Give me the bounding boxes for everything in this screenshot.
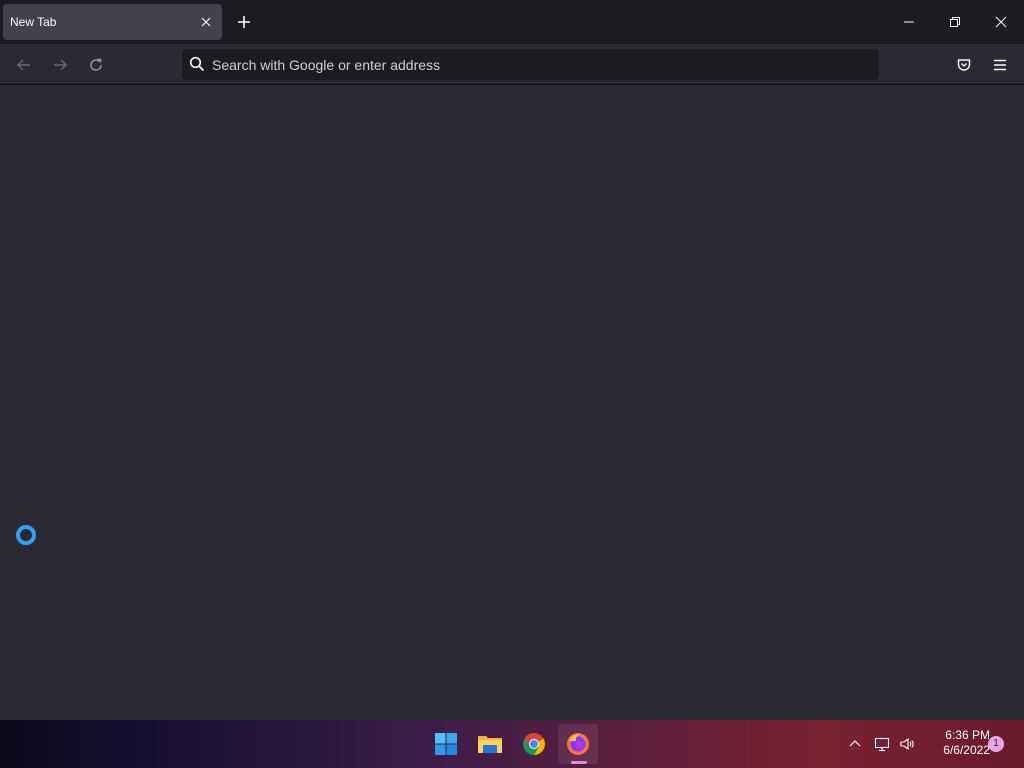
notification-badge[interactable]: 1: [988, 736, 1004, 752]
active-app-indicator: [571, 761, 587, 764]
search-icon: [189, 56, 205, 72]
chevron-up-icon[interactable]: [845, 734, 865, 754]
taskbar: 6:36 PM 6/6/2022: [0, 720, 1024, 768]
hamburger-menu-icon[interactable]: [987, 52, 1013, 78]
clock-date: 6/6/2022: [943, 743, 990, 757]
close-icon[interactable]: [978, 0, 1024, 44]
close-tab-icon[interactable]: [196, 12, 216, 32]
navigation-toolbar: [0, 44, 1024, 85]
search-input[interactable]: [212, 53, 862, 76]
page-content: [0, 86, 1024, 720]
tab-strip: New Tab: [0, 0, 1024, 44]
firefox-icon[interactable]: [558, 724, 598, 764]
volume-icon[interactable]: [897, 734, 917, 754]
windows-start-icon[interactable]: [426, 724, 466, 764]
clock-time: 6:36 PM: [945, 728, 990, 742]
restore-icon[interactable]: [932, 0, 978, 44]
system-clock[interactable]: 6:36 PM 6/6/2022: [922, 728, 990, 762]
network-icon[interactable]: [872, 734, 892, 754]
address-bar[interactable]: [182, 49, 879, 80]
reload-icon[interactable]: [83, 52, 109, 78]
tab-new-tab[interactable]: New Tab: [3, 4, 222, 40]
plus-icon[interactable]: [232, 10, 256, 34]
arrow-left-icon[interactable]: [11, 52, 37, 78]
folder-icon[interactable]: [470, 724, 510, 764]
pocket-icon[interactable]: [951, 52, 977, 78]
tab-title: New Tab: [10, 15, 57, 29]
arrow-right-icon[interactable]: [47, 52, 73, 78]
minimize-icon[interactable]: [886, 0, 932, 44]
chrome-icon[interactable]: [514, 724, 554, 764]
loading-ring-icon: [16, 525, 36, 545]
